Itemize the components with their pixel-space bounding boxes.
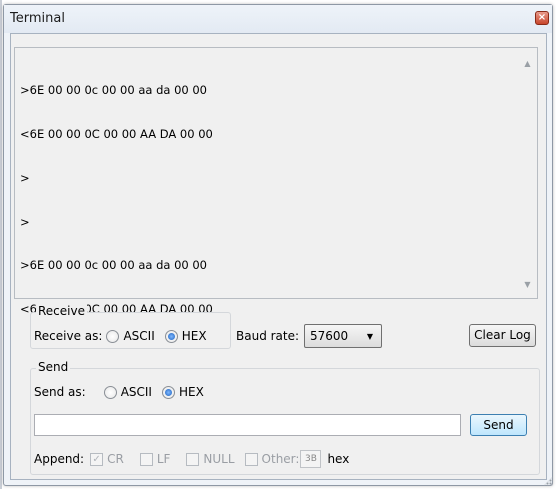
chevron-down-icon: ▼ xyxy=(366,331,373,341)
send-button[interactable]: Send xyxy=(470,414,527,436)
append-cr-checkbox[interactable]: ✓ xyxy=(90,452,104,466)
append-lf-option[interactable]: LF xyxy=(139,452,171,466)
send-input[interactable] xyxy=(34,414,461,436)
baud-rate-row: Baud rate: xyxy=(236,327,299,345)
receive-ascii-option[interactable]: ASCII xyxy=(106,329,155,343)
append-cr-label: CR xyxy=(107,452,124,466)
append-null-label: NULL xyxy=(203,452,235,466)
receive-ascii-label: ASCII xyxy=(123,329,155,343)
send-hex-option[interactable]: HEX xyxy=(161,385,204,399)
baud-rate-value: 57600 xyxy=(310,329,349,343)
append-hex-suffix: hex xyxy=(327,452,350,466)
window-title: Terminal xyxy=(10,11,65,26)
title-bar[interactable]: Terminal × xyxy=(4,5,552,33)
log-line: <6E 00 00 0C 00 00 AA DA 00 00 xyxy=(20,126,213,141)
close-icon[interactable]: × xyxy=(535,11,549,25)
receive-options: Receive as: ASCII HEX xyxy=(34,327,217,345)
append-other-option[interactable]: Other: xyxy=(244,452,300,466)
window-left-edge xyxy=(0,0,2,489)
append-other-label: Other: xyxy=(261,452,300,466)
append-lf-label: LF xyxy=(156,452,171,466)
log-line: > xyxy=(20,214,30,229)
append-lf-checkbox[interactable] xyxy=(139,452,153,466)
send-ascii-radio[interactable] xyxy=(103,385,117,399)
receive-hex-radio[interactable] xyxy=(164,329,178,343)
append-cr-option[interactable]: ✓ CR xyxy=(90,452,124,466)
baud-rate-select[interactable]: 57600 ▼ xyxy=(304,324,382,348)
append-null-checkbox[interactable] xyxy=(186,452,200,466)
append-other-input[interactable]: 3B xyxy=(300,450,322,468)
send-ascii-label: ASCII xyxy=(120,385,152,399)
append-null-option[interactable]: NULL xyxy=(186,452,235,466)
send-ascii-option[interactable]: ASCII xyxy=(103,385,152,399)
append-other-checkbox[interactable] xyxy=(244,452,258,466)
append-row: Append: ✓ CR LF NULL Other: 3B hex xyxy=(34,449,349,469)
scroll-down-icon[interactable]: ▼ xyxy=(519,276,536,293)
send-options: Send as: ASCII HEX xyxy=(34,383,214,401)
scroll-up-icon[interactable]: ▲ xyxy=(519,55,536,72)
baud-rate-label: Baud rate: xyxy=(236,329,300,343)
receive-hex-option[interactable]: HEX xyxy=(164,329,207,343)
log-line: >6E 00 00 0c 00 00 aa da 00 00 xyxy=(20,83,207,98)
log-scrollbar[interactable]: ▲ ▼ xyxy=(519,49,536,297)
send-hex-label: HEX xyxy=(178,385,204,399)
log-lines: >6E 00 00 0c 00 00 aa da 00 00 <6E 00 00… xyxy=(20,54,515,346)
append-label: Append: xyxy=(34,452,85,466)
send-hex-radio[interactable] xyxy=(161,385,175,399)
send-as-label: Send as: xyxy=(34,385,86,399)
clear-log-button[interactable]: Clear Log xyxy=(469,324,536,347)
receive-ascii-radio[interactable] xyxy=(106,329,120,343)
log-line: > xyxy=(20,170,30,185)
terminal-log[interactable]: >6E 00 00 0c 00 00 aa da 00 00 <6E 00 00… xyxy=(14,47,538,316)
receive-group-label: Receive xyxy=(36,304,87,318)
log-line: >6E 00 00 0c 00 00 aa da 00 00 xyxy=(20,258,207,273)
send-group-label: Send xyxy=(36,360,71,374)
receive-hex-label: HEX xyxy=(181,329,207,343)
receive-as-label: Receive as: xyxy=(34,329,103,343)
